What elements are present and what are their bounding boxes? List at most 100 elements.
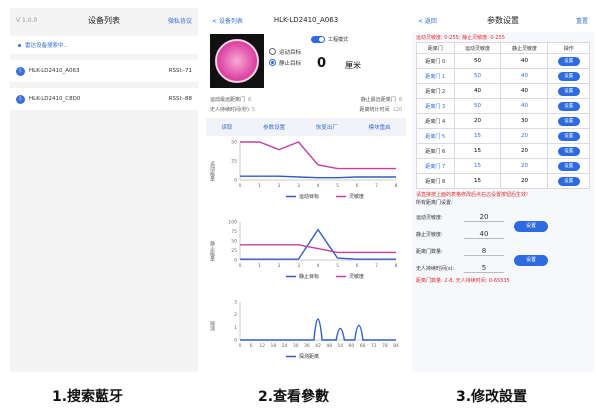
move-sensitivity-cell[interactable]: 15 [453,173,502,189]
gate-label: 距离门 7 [416,158,455,174]
header: < 设备列表 HLK-LD2410_A063 [206,8,406,32]
static-sensitivity-cell[interactable]: 40 [500,53,549,69]
set-row-button[interactable]: 设置 [557,176,580,186]
move-sensitivity-cell[interactable]: 15 [453,158,502,174]
x-tick-label: 84 [393,343,399,349]
static-sensitivity-cell[interactable]: 20 [500,143,549,159]
device-name: HLK-LD2410_C8D0 [29,96,81,102]
legend-label: 灵敏度 [349,273,364,280]
reset-button[interactable]: 重置 [576,16,588,25]
device-name: HLK-LD2410_A063 [29,68,80,74]
move-sensitivity-cell[interactable]: 50 [453,68,502,84]
set-row-button[interactable]: 设置 [557,161,580,171]
caption-2: 2.查看參數 [258,389,330,405]
x-tick-label: 3 [297,183,300,189]
x-tick-label: 42 [315,343,321,349]
restart-button[interactable]: 模块重启 [369,123,391,131]
static-sensitivity-cell[interactable]: 40 [500,98,549,114]
x-tick-label: 0 [239,263,242,269]
move-sensitivity-cell[interactable]: 20 [453,113,502,129]
gate-label: 距离门 3 [416,98,455,114]
x-tick-label: 66 [360,343,366,349]
factory-reset-button[interactable]: 恢复出厂 [316,123,338,131]
radio-moving-target[interactable]: 运动目标 [269,46,301,57]
x-tick-label: 0 [239,183,242,189]
radar-gauge [210,34,264,88]
move-sensitivity-input[interactable]: 20 [464,213,504,222]
x-tick-label: 36 [304,343,310,349]
back-button[interactable]: < 返回 [418,16,437,25]
set-gate-time-button[interactable]: 设置 [514,255,548,266]
static-sensitivity-cell[interactable]: 30 [500,113,549,129]
legend-label: 静止目标 [299,273,319,280]
move-max-gate: 运动最远距离门 8 [210,96,252,103]
static-sensitivity-cell[interactable]: 40 [500,68,549,84]
set-row-button[interactable]: 设置 [557,131,580,141]
series-line-0 [240,318,396,341]
move-sensitivity-cell[interactable]: 50 [453,53,502,69]
x-tick-label: 2 [278,263,281,269]
device-detail-screen: < 设备列表 HLK-LD2410_A063 运动目标 静止目标 工程模式 0 … [206,8,406,372]
distance-unit: 厘米 [345,61,362,70]
gate-count-input[interactable]: 8 [464,247,504,256]
gate-label: 距离门 4 [416,113,455,129]
set-row-button[interactable]: 设置 [557,116,580,126]
radio-static-target[interactable]: 静止目标 [269,57,301,68]
y-tick-label: 100 [228,220,237,226]
move-sensitivity-cell[interactable]: 15 [453,143,502,159]
x-tick-label: 72 [371,343,377,349]
device-rssi: RSSI:-88 [168,96,192,102]
x-tick-label: 7 [375,263,378,269]
y-tick-label: 25 [231,159,237,165]
x-tick-label: 1 [258,183,261,189]
gate-label: 距离门 2 [416,83,455,99]
series-line-1 [240,244,396,254]
static-sensitivity-cell[interactable]: 20 [500,128,549,144]
static-sensitivity-input[interactable]: 40 [464,230,504,239]
distance-value: 0 [317,56,327,71]
privacy-link[interactable]: 微私协议 [168,16,192,25]
x-tick-label: 3 [297,263,300,269]
col-static: 静止灵敏度 [500,42,549,54]
scan-indicator-icon [18,43,21,47]
engineering-mode-toggle[interactable]: 工程模式 [311,36,348,43]
table-row: 距离门 8 15 20 设置 [416,173,590,189]
param-settings-button[interactable]: 参数设置 [263,123,285,131]
series-line-0 [240,175,396,179]
move-sensitivity-cell[interactable]: 50 [453,98,502,114]
unmanned-time-input[interactable]: 5 [464,264,504,273]
device-rssi: RSSI:-71 [168,68,192,74]
range-hint: 运动灵敏度: 0-255; 静止灵敏度: 0-255 [416,35,505,41]
legend-label: 探测距离 [299,353,319,360]
x-tick-label: 6 [356,183,359,189]
set-row-button[interactable]: 设置 [557,101,580,111]
back-button[interactable]: < 设备列表 [212,16,243,25]
set-row-button[interactable]: 设置 [557,71,580,81]
table-row: 距离门 7 15 20 设置 [416,158,590,174]
col-gate: 距离门 [416,42,455,54]
bluetooth-icon: ᛒ [16,94,25,104]
table-row: 距离门 4 20 30 设置 [416,113,590,129]
device-item-a063[interactable]: ᛒ HLK-LD2410_A063 RSSI:-71 [10,60,198,82]
x-tick-label: 24 [282,343,288,349]
stat-time: 距离统计时间 120 [359,106,402,113]
move-sensitivity-cell[interactable]: 15 [453,128,502,144]
page-title: HLK-LD2410_A063 [273,16,339,24]
static-sensitivity-cell[interactable]: 20 [500,158,549,174]
table-row: 距离门 2 40 40 设置 [416,83,590,99]
move-sensitivity-cell[interactable]: 40 [453,83,502,99]
caption-1: 1.搜索藍牙 [52,389,124,405]
read-button[interactable]: 读取 [221,123,232,131]
static-sensitivity-cell[interactable]: 20 [500,173,549,189]
set-row-button[interactable]: 设置 [557,56,580,66]
set-row-button[interactable]: 设置 [557,146,580,156]
y-tick-label: 3 [234,300,237,306]
x-tick-label: 2 [278,183,281,189]
set-row-button[interactable]: 设置 [557,86,580,96]
device-item-c8d0[interactable]: ᛒ HLK-LD2410_C8D0 RSSI:-88 [10,88,198,110]
bluetooth-icon: ᛒ [16,66,25,76]
static-max-gate: 静止最远距离门 8 [360,96,402,103]
y-tick-label: 50 [231,239,237,245]
static-sensitivity-cell[interactable]: 40 [500,83,549,99]
set-all-sensitivity-button[interactable]: 设置 [514,221,548,232]
